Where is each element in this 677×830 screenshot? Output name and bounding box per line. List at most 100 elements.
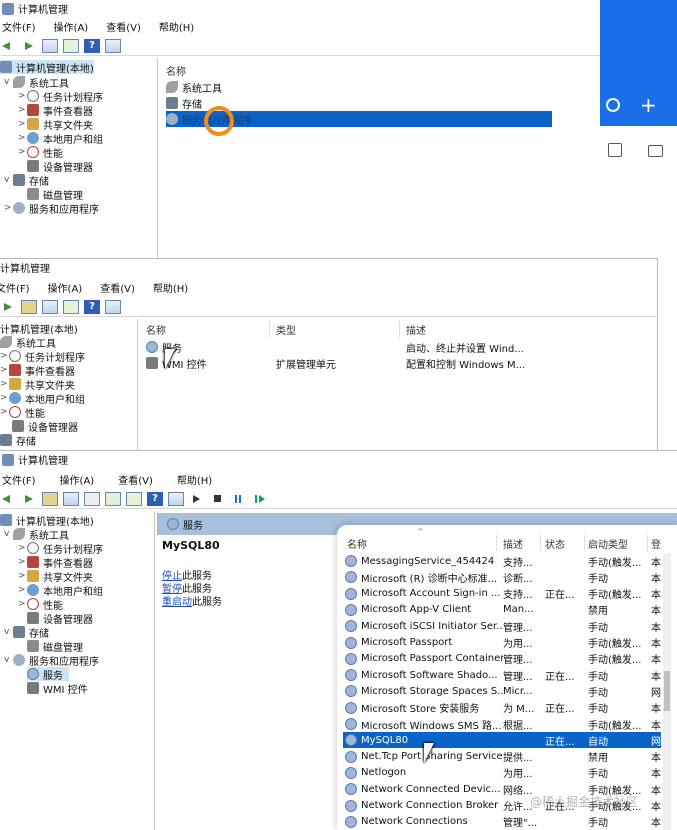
export-icon[interactable] [126, 491, 142, 506]
folder-icon[interactable] [648, 145, 663, 157]
list-item[interactable]: 存储 [166, 95, 202, 111]
chevron-right-icon[interactable]: > [18, 571, 27, 581]
menu-file[interactable]: 文件(F) [0, 280, 30, 295]
column-header-logon[interactable]: 登 [651, 535, 661, 551]
list-item[interactable]: 服务 [146, 339, 182, 355]
show-hide-tree-icon[interactable] [63, 491, 79, 506]
start-service-icon[interactable] [189, 492, 205, 506]
history-icon[interactable] [606, 98, 620, 112]
tree-item-task-scheduler[interactable]: > 任务计划程序 [18, 89, 103, 104]
chevron-down-icon[interactable]: v [4, 655, 13, 665]
menu-action[interactable]: 操作(A) [60, 472, 95, 487]
chevron-right-icon[interactable]: > [18, 91, 27, 101]
tree-item-storage[interactable]: v 存储 [4, 625, 49, 640]
tree-item-services-apps[interactable]: v 服务和应用程序 [4, 653, 99, 668]
tree-item-shared-folders[interactable]: > 共享文件夹 [0, 377, 75, 392]
column-header-type[interactable]: 类型 [276, 321, 400, 337]
tree-item-disk-management[interactable]: 磁盘管理 [27, 639, 83, 654]
help-icon[interactable]: ? [84, 38, 100, 53]
column-header-description[interactable]: 描述 [406, 321, 426, 337]
menu-help[interactable]: 帮助(H) [153, 280, 188, 295]
table-row-selected[interactable]: MySQL80 正在... 自动网 [343, 732, 661, 749]
chevron-right-icon[interactable]: > [18, 543, 27, 553]
tree-item-task-scheduler[interactable]: > 任务计划程序 [18, 541, 103, 556]
tree-item-local-users[interactable]: > 本地用户和组 [0, 391, 85, 406]
tree-item-wmi-control[interactable]: WMI 控件 [27, 681, 88, 696]
table-row[interactable]: Microsoft Passport Container 管理... 手动(触发..… [343, 651, 661, 667]
tree-item-shared-folders[interactable]: > 共享文件夹 [18, 117, 93, 132]
tree-item-device-manager[interactable]: 设备管理器 [27, 159, 93, 174]
chevron-right-icon[interactable]: > [18, 147, 27, 157]
menu-view[interactable]: 查看(V) [106, 19, 141, 34]
properties-list-icon[interactable] [84, 491, 100, 506]
export-icon[interactable] [63, 38, 79, 53]
list-item[interactable]: WMI 控件 [146, 355, 207, 371]
refresh-icon[interactable] [105, 491, 121, 506]
table-row[interactable]: Network Connections 管理"... 手动 本 [343, 814, 661, 830]
menu-action[interactable]: 操作(A) [54, 19, 89, 34]
tree-item-performance[interactable]: > 性能 [0, 405, 45, 420]
table-row[interactable]: Microsoft Storage Spaces S... Micr... 手动 网 [343, 683, 661, 699]
properties-icon[interactable] [168, 491, 184, 506]
chevron-right-icon[interactable]: > [0, 351, 9, 361]
tree-item-storage[interactable]: v 存储 [4, 173, 49, 188]
column-header-name[interactable]: 名称 [166, 62, 186, 78]
speaker-icon[interactable] [608, 143, 622, 157]
tree-item-storage[interactable]: 存储 [0, 433, 36, 448]
restart-service-icon[interactable] [252, 492, 268, 506]
table-row[interactable]: Microsoft App-V Client Man... 禁用 本 [343, 602, 661, 618]
chevron-right-icon[interactable]: > [0, 379, 9, 389]
menu-help[interactable]: 帮助(H) [177, 472, 212, 487]
table-row[interactable]: Microsoft Store 安装服务 为 M... 正在... 手动 本 [343, 700, 661, 716]
list-item[interactable]: 系统工具 [166, 79, 222, 95]
tree-item-root[interactable]: 计算机管理(本地) [0, 321, 78, 336]
tree-item-local-users[interactable]: > 本地用户和组 [18, 131, 103, 146]
back-icon[interactable] [0, 492, 16, 506]
show-hide-tree-icon[interactable] [42, 38, 58, 53]
tree-item-local-users[interactable]: > 本地用户和组 [18, 583, 103, 598]
menu-file[interactable]: 文件(F) [2, 19, 36, 34]
chevron-right-icon[interactable]: > [18, 133, 27, 143]
export-icon[interactable] [63, 299, 79, 314]
menu-help[interactable]: 帮助(H) [159, 19, 194, 34]
tree-item-task-scheduler[interactable]: > 任务计划程序 [0, 349, 85, 364]
back-icon[interactable] [0, 39, 16, 53]
chevron-right-icon[interactable]: > [4, 203, 13, 213]
chevron-right-icon[interactable]: > [18, 557, 27, 567]
chevron-right-icon[interactable]: > [18, 105, 27, 115]
tree-item-device-manager[interactable]: 设备管理器 [12, 419, 78, 434]
column-header-status[interactable]: 状态 [545, 535, 585, 551]
chevron-down-icon[interactable]: v [4, 77, 13, 87]
show-hide-tree-icon[interactable] [42, 299, 58, 314]
help-icon[interactable]: ? [84, 299, 100, 314]
tree-item-system-tools[interactable]: 系统工具 [0, 335, 56, 350]
table-row[interactable]: Netlogon 为用... 手动 本 [343, 765, 661, 781]
properties-icon[interactable] [105, 38, 121, 53]
help-icon[interactable]: ? [147, 491, 163, 506]
tree-item-root[interactable]: 计算机管理(本地) [0, 513, 94, 528]
tree-item-services-apps[interactable]: > 服务和应用程序 [4, 201, 99, 216]
tree-item-shared-folders[interactable]: > 共享文件夹 [18, 569, 93, 584]
tree-item-system-tools[interactable]: v 系统工具 [4, 527, 69, 542]
properties-icon[interactable] [105, 299, 121, 314]
column-header-name[interactable]: 名称 [347, 535, 497, 551]
table-row[interactable]: Microsoft Software Shado... 管理... 正在... 手动 本 [343, 667, 661, 683]
tree-item-event-viewer[interactable]: > 事件查看器 [0, 363, 75, 378]
stop-service-icon[interactable] [210, 492, 226, 506]
table-row[interactable]: Microsoft Passport 为用... 手动(触发... 本 [343, 635, 661, 651]
table-row[interactable]: Microsoft iSCSI Initiator Ser... 管理... 手动 本 [343, 618, 661, 634]
tree-item-disk-management[interactable]: 磁盘管理 [27, 187, 83, 202]
column-header-startup-type[interactable]: 启动类型 [588, 535, 648, 551]
table-row[interactable]: Net.Tcp Port Sharing Service 提供... 禁用本 [343, 749, 661, 765]
up-folder-icon[interactable] [42, 491, 58, 506]
chevron-down-icon[interactable]: v [4, 175, 13, 185]
tree-item-performance[interactable]: > 性能 [18, 145, 63, 160]
tree-item-performance[interactable]: > 性能 [18, 597, 63, 612]
scrollbar-thumb[interactable] [664, 671, 670, 711]
column-header-description[interactable]: 描述 [503, 535, 541, 551]
menu-view[interactable]: 查看(V) [118, 472, 153, 487]
chevron-right-icon[interactable]: > [0, 365, 9, 375]
table-row[interactable]: Microsoft Windows SMS 路... 根据... 手动(触发... 本 [343, 716, 661, 732]
menu-file[interactable]: 文件(F) [2, 472, 36, 487]
chevron-down-icon[interactable]: v [4, 627, 13, 637]
